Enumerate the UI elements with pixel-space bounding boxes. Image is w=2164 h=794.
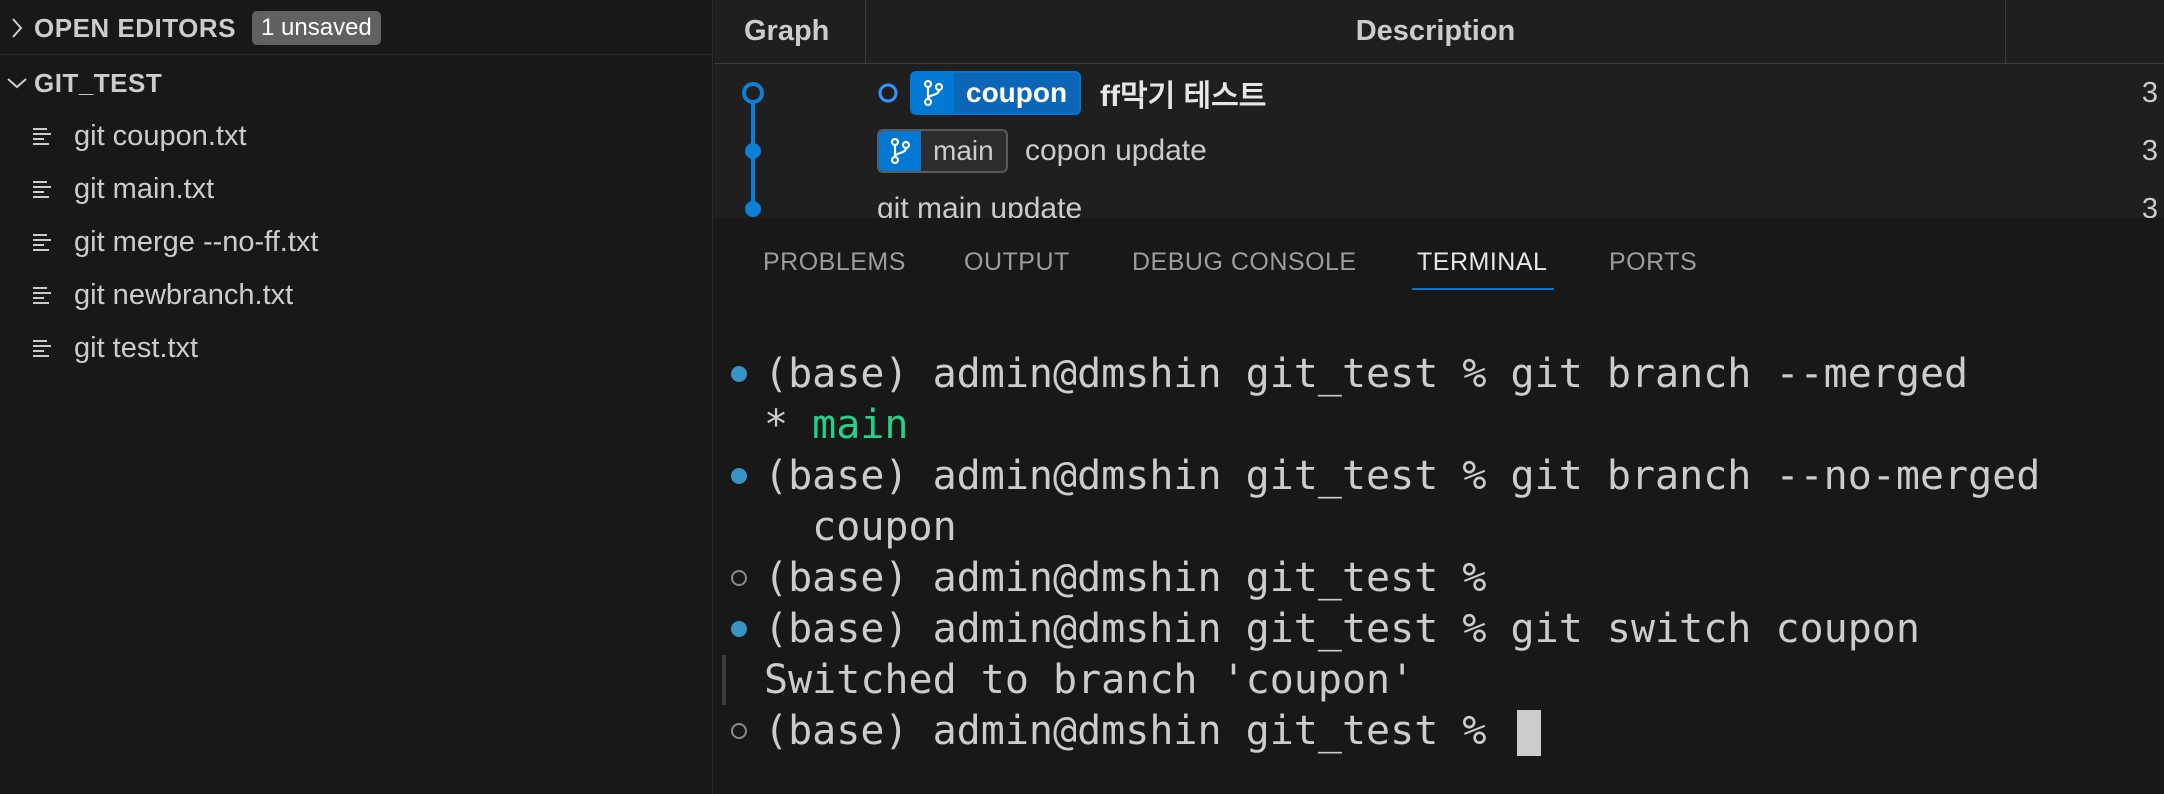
terminal-cursor [1516,710,1541,756]
terminal-line: (base) admin@dmshin git_test % [764,555,1511,601]
open-editors-title: OPEN EDITORS [34,12,237,43]
git-graph-view: Graph Description coupon ff막기 테스트 3 main… [714,0,2164,218]
terminal-line: (base) admin@dmshin git_test % git branc… [764,351,1969,397]
chevron-right-icon [0,17,34,39]
command-empty-icon [731,723,747,739]
line-prefix: * [764,402,813,448]
tab-debug-console[interactable]: DEBUG CONSOLE [1132,248,1357,277]
active-tab-indicator [1412,288,1554,290]
explorer-sidebar: OPEN EDITORS 1 unsaved GIT_TEST git coup… [0,0,713,794]
graph-header: Graph Description [714,0,2164,64]
file-item[interactable]: git test.txt [0,322,712,375]
text-file-icon [30,282,66,310]
command-empty-icon [731,570,747,586]
terminal-line: (base) admin@dmshin git_test % git branc… [764,453,2041,499]
text-file-icon [30,229,66,257]
file-name: git main.txt [74,173,215,205]
branch-badge-coupon[interactable]: coupon [910,71,1082,115]
terminal-line: * main [764,400,909,451]
folder-header[interactable]: GIT_TEST [0,57,712,109]
terminal-line: Switched to branch 'coupon' [764,657,1415,703]
text-file-icon [30,123,66,151]
file-item[interactable]: git merge --no-ff.txt [0,216,712,269]
commit-message: copon update [1025,134,1207,167]
command-success-icon [731,621,747,637]
commit-row[interactable]: git main update 3 [714,180,2164,218]
chevron-down-icon [0,76,34,90]
description-column-header[interactable]: Description [866,0,2006,63]
folder-title: GIT_TEST [34,67,163,98]
file-list: git coupon.txt git main.txt git merge --… [0,110,712,375]
tab-output[interactable]: OUTPUT [964,248,1070,277]
prompt-text: (base) admin@dmshin git_test % [764,708,1511,754]
unsaved-badge: 1 unsaved [252,11,381,45]
panel-tab-bar: PROBLEMS OUTPUT DEBUG CONSOLE TERMINAL P… [714,218,2164,298]
commit-count: 3 [2141,134,2158,167]
command-success-icon [731,366,747,382]
file-name: git newbranch.txt [74,279,294,311]
file-name: git coupon.txt [74,120,247,152]
file-item[interactable]: git main.txt [0,163,712,216]
output-gutter-mark [722,655,726,705]
graph-column-header[interactable]: Graph [714,0,866,63]
text-file-icon [30,176,66,204]
branch-name: main [933,135,994,166]
file-name: git test.txt [74,332,199,364]
commit-message: ff막기 테스트 [1100,80,1267,113]
commit-row[interactable]: main copon update 3 [714,122,2164,180]
head-indicator-icon [878,83,898,103]
commit-count: 3 [2141,192,2158,219]
commit-count: 3 [2141,76,2158,109]
branch-name: coupon [954,73,1080,113]
git-branch-icon [879,131,921,171]
text-file-icon [30,335,66,363]
terminal[interactable]: (base) admin@dmshin git_test % git branc… [714,298,2164,794]
tab-ports[interactable]: PORTS [1609,248,1697,277]
terminal-prompt-line[interactable]: (base) admin@dmshin git_test % [764,706,1541,757]
file-item[interactable]: git newbranch.txt [0,269,712,322]
terminal-line: (base) admin@dmshin git_test % git switc… [764,606,1920,652]
file-item[interactable]: git coupon.txt [0,110,712,163]
tab-terminal[interactable]: TERMINAL [1417,248,1547,277]
commit-row[interactable]: coupon ff막기 테스트 3 [714,64,2164,122]
command-success-icon [731,468,747,484]
commit-message: git main update [877,192,1083,218]
current-branch: main [812,402,909,448]
file-name: git merge --no-ff.txt [74,226,319,258]
git-branch-icon [912,73,954,113]
open-editors-header[interactable]: OPEN EDITORS 1 unsaved [0,2,712,55]
tab-problems[interactable]: PROBLEMS [763,248,906,277]
branch-badge-main[interactable]: main [877,129,1008,173]
terminal-line: coupon [764,504,957,550]
